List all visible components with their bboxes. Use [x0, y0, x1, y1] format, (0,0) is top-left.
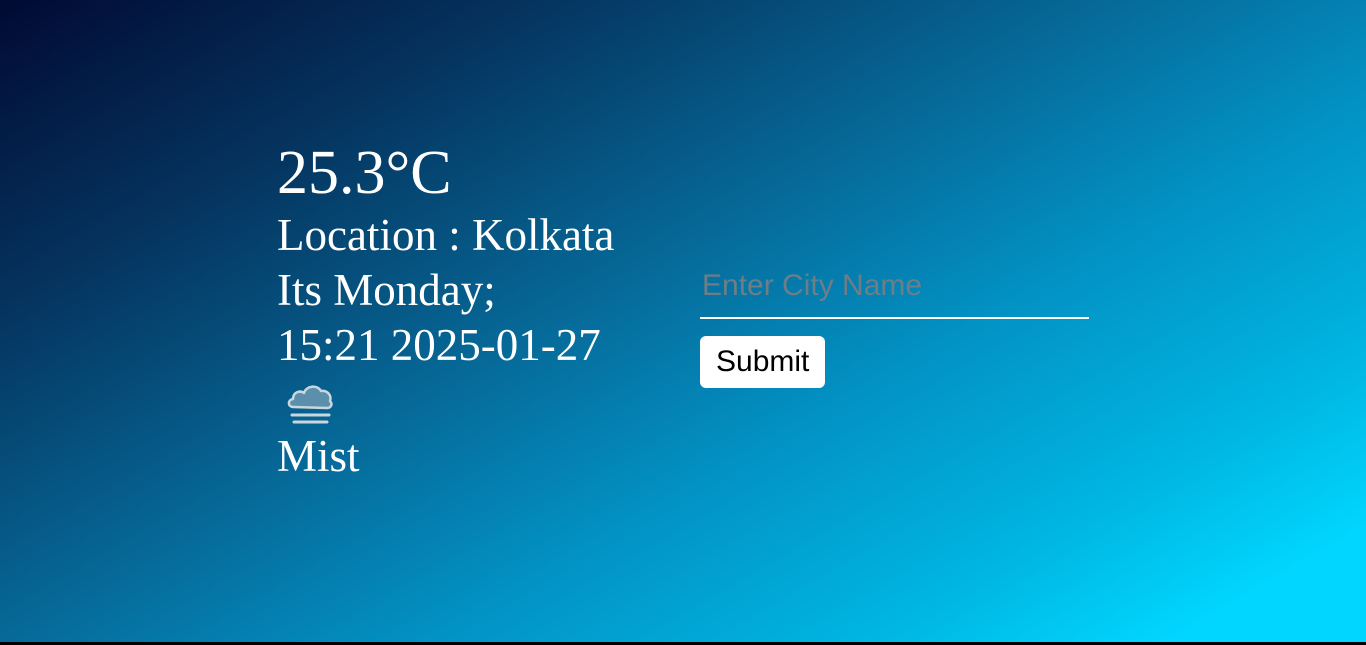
- condition-label: Mist: [277, 431, 360, 481]
- day-label: Its Monday;: [277, 265, 496, 315]
- weather-panel: 25.3°C Location : Kolkata Its Monday; 15…: [277, 138, 614, 484]
- city-search-form: Submit: [700, 255, 1090, 388]
- datetime-label: 15:21 2025-01-27: [277, 320, 601, 370]
- mist-cloud-icon: [277, 379, 345, 435]
- weather-app: 25.3°C Location : Kolkata Its Monday; 15…: [0, 0, 1366, 642]
- location-label: Location : Kolkata: [277, 210, 615, 260]
- temperature-value: 25.3°C: [277, 139, 452, 207]
- city-name-input[interactable]: [700, 255, 1089, 319]
- submit-button[interactable]: Submit: [700, 336, 826, 388]
